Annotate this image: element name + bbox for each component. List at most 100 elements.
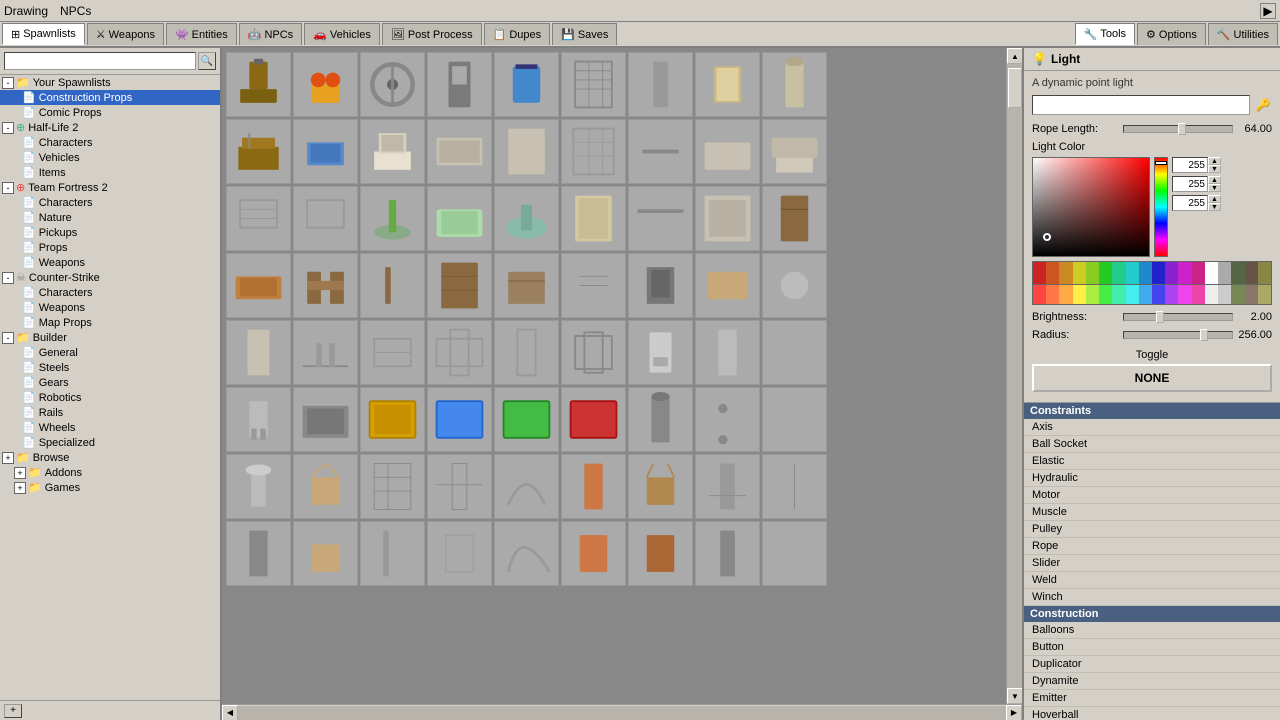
asset-cell[interactable] [226, 253, 291, 318]
tree-builder-gears[interactable]: 📄 Gears [0, 375, 220, 390]
asset-cell[interactable] [494, 186, 559, 251]
asset-cell[interactable] [360, 387, 425, 452]
asset-cell[interactable] [226, 320, 291, 385]
color-gradient[interactable] [1032, 157, 1150, 257]
swatch-brown[interactable] [1245, 262, 1258, 284]
tree-cs-weapons[interactable]: 📄 Weapons [0, 300, 220, 315]
tab-spawnlists[interactable]: ⊞ Spawnlists [2, 23, 85, 45]
asset-cell[interactable] [494, 387, 559, 452]
toggle-tf2[interactable]: - [2, 182, 14, 194]
asset-cell[interactable] [494, 521, 559, 586]
tree-hl2-characters[interactable]: 📄 Characters [0, 135, 220, 150]
hscroll-left-button[interactable]: ◀ [222, 705, 238, 720]
b-spin-down[interactable]: ▼ [1208, 203, 1221, 211]
tree-cs[interactable]: - ☠ Counter-Strike [0, 270, 220, 285]
asset-cell[interactable] [226, 52, 291, 117]
asset-cell[interactable] [561, 454, 626, 519]
asset-cell[interactable] [494, 320, 559, 385]
toggle-addons[interactable]: + [14, 467, 26, 479]
tree-tf2[interactable]: - ⊕ Team Fortress 2 [0, 180, 220, 195]
radius-thumb[interactable] [1200, 329, 1208, 341]
asset-cell[interactable] [427, 119, 492, 184]
toggle-your-spawnlists[interactable]: - [2, 77, 14, 89]
radius-slider[interactable] [1123, 331, 1233, 339]
tree-comic-props[interactable]: 📄 Comic Props [0, 105, 220, 120]
tab-tools[interactable]: 🔧 Tools [1075, 23, 1135, 45]
brightness-slider[interactable] [1123, 313, 1233, 321]
constraint-axis[interactable]: Axis [1024, 419, 1280, 436]
tree-builder-specialized[interactable]: 📄 Specialized [0, 435, 220, 450]
tab-options[interactable]: ⚙ Options [1137, 23, 1206, 45]
constraint-slider[interactable]: Slider [1024, 555, 1280, 572]
asset-cell[interactable] [695, 186, 760, 251]
tree-hl2-vehicles[interactable]: 📄 Vehicles [0, 150, 220, 165]
swatch2-5[interactable] [1086, 285, 1099, 304]
asset-cell[interactable] [628, 52, 693, 117]
swatch-sky[interactable] [1139, 262, 1152, 284]
constraint-muscle[interactable]: Muscle [1024, 504, 1280, 521]
hscroll-right-button[interactable]: ▶ [1006, 705, 1022, 720]
tab-postprocess[interactable]: 🖼 Post Process [382, 23, 482, 45]
swatch-gray[interactable] [1218, 262, 1231, 284]
asset-cell[interactable] [226, 119, 291, 184]
constraint-rope[interactable]: Rope [1024, 538, 1280, 555]
asset-cell[interactable] [561, 119, 626, 184]
asset-cell[interactable] [628, 387, 693, 452]
asset-cell[interactable] [427, 52, 492, 117]
asset-cell[interactable] [695, 387, 760, 452]
asset-cell[interactable] [360, 253, 425, 318]
asset-cell[interactable] [226, 454, 291, 519]
tab-saves[interactable]: 💾 Saves [552, 23, 617, 45]
tree-builder-robotics[interactable]: 📄 Robotics [0, 390, 220, 405]
asset-cell[interactable] [695, 253, 760, 318]
asset-cell[interactable] [226, 186, 291, 251]
asset-cell[interactable] [293, 521, 358, 586]
scroll-thumb[interactable] [1008, 68, 1022, 108]
asset-cell[interactable] [561, 186, 626, 251]
swatch2-1[interactable] [1033, 285, 1046, 304]
tab-entities[interactable]: 👾 Entities [166, 23, 237, 45]
asset-cell[interactable] [762, 521, 827, 586]
g-input[interactable] [1172, 176, 1208, 192]
asset-cell[interactable] [427, 186, 492, 251]
asset-cell[interactable] [695, 521, 760, 586]
asset-cell[interactable] [293, 320, 358, 385]
swatch-orange-red[interactable] [1046, 262, 1059, 284]
asset-cell[interactable] [360, 52, 425, 117]
asset-cell[interactable] [494, 253, 559, 318]
asset-cell[interactable] [293, 119, 358, 184]
asset-cell[interactable] [494, 454, 559, 519]
asset-cell[interactable] [360, 454, 425, 519]
swatch2-11[interactable] [1165, 285, 1178, 304]
search-input[interactable] [4, 52, 196, 70]
tree-construction-props[interactable]: 📄 Construction Props [0, 90, 220, 105]
asset-cell[interactable] [360, 521, 425, 586]
tree-tf2-weapons[interactable]: 📄 Weapons [0, 255, 220, 270]
asset-cell[interactable] [695, 320, 760, 385]
swatch-blue[interactable] [1152, 262, 1165, 284]
swatch-pink[interactable] [1192, 262, 1205, 284]
asset-cell[interactable] [293, 454, 358, 519]
swatch-teal[interactable] [1112, 262, 1125, 284]
asset-cell[interactable] [762, 253, 827, 318]
asset-cell[interactable] [762, 186, 827, 251]
tree-tf2-characters[interactable]: 📄 Characters [0, 195, 220, 210]
swatch2-9[interactable] [1139, 285, 1152, 304]
swatch-purple[interactable] [1165, 262, 1178, 284]
tree-your-spawnlists[interactable]: - 📁 Your Spawnlists [0, 75, 220, 90]
asset-cell[interactable] [561, 387, 626, 452]
constraint-weld[interactable]: Weld [1024, 572, 1280, 589]
asset-cell[interactable] [762, 52, 827, 117]
asset-cell[interactable] [628, 320, 693, 385]
swatch-green[interactable] [1099, 262, 1112, 284]
asset-cell[interactable] [427, 387, 492, 452]
constraint-hydraulic[interactable]: Hydraulic [1024, 470, 1280, 487]
asset-cell[interactable] [360, 119, 425, 184]
r-input[interactable] [1172, 157, 1208, 173]
tree-builder-steels[interactable]: 📄 Steels [0, 360, 220, 375]
swatch2-4[interactable] [1073, 285, 1086, 304]
construction-button[interactable]: Button [1024, 639, 1280, 656]
asset-cell[interactable] [226, 387, 291, 452]
swatch-olive[interactable] [1258, 262, 1271, 284]
asset-cell[interactable] [762, 320, 827, 385]
